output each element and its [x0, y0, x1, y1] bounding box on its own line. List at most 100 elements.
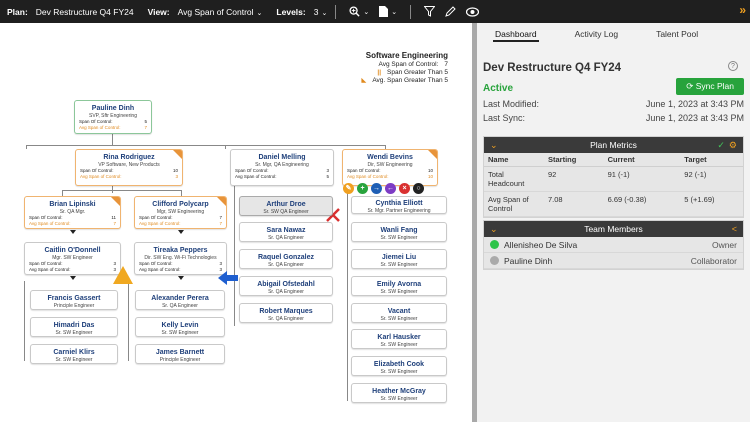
sync-icon: ⟳: [686, 81, 696, 91]
view-label: View:: [147, 6, 170, 17]
table-row: Avg Span of Control 7.08 6.69 (-0.38) 5 …: [484, 191, 743, 217]
warning-triangle-icon: [113, 266, 133, 284]
legend-row: || Span Greater Than 5: [358, 69, 448, 77]
side-panel: Dashboard Activity Log Talent Pool Dev R…: [477, 23, 750, 422]
list-item[interactable]: Pauline Dinh Collaborator: [484, 253, 743, 269]
org-card[interactable]: Kelly Levin Sr. SW Engineer: [135, 317, 225, 337]
org-card[interactable]: Sara Nawaz Sr. QA Engineer: [239, 222, 333, 242]
team-members-header[interactable]: ⌄ Team Members <: [484, 221, 743, 237]
org-card[interactable]: James Barnett Principle Engineer: [135, 344, 225, 364]
legend-row: Avg Span of Control: 7: [378, 61, 449, 68]
connector-line: [24, 281, 25, 361]
org-card[interactable]: Emily Avorna Sr. SW Engineer: [351, 276, 447, 296]
org-card[interactable]: Jiemei Liu Sr. SW Engineer: [351, 249, 447, 269]
eye-icon[interactable]: [466, 6, 480, 17]
org-card[interactable]: Elizabeth Cook Sr. SW Engineer: [351, 356, 447, 376]
org-card[interactable]: Cynthia Elliott Sr. Mgr. Partner Engineer…: [351, 196, 447, 214]
expand-arrow-icon[interactable]: [178, 276, 184, 280]
remove-icon[interactable]: ×: [399, 183, 410, 194]
view-dropdown[interactable]: Avg Span of Control ⌄: [178, 7, 263, 17]
sync-plan-button[interactable]: ⟳ Sync Plan: [676, 78, 744, 95]
org-card[interactable]: Himadri Das Sr. SW Engineer: [30, 317, 118, 337]
org-card[interactable]: Clifford Polycarp Mgr, SW Engineering Sp…: [134, 196, 227, 229]
connector-line: [225, 145, 226, 149]
filter-icon[interactable]: [424, 6, 436, 17]
org-card[interactable]: Caitlin O'Donnell Mgr. SW Engineer Span …: [24, 242, 121, 275]
chevron-down-icon[interactable]: ⌄: [490, 224, 498, 235]
edit-icon[interactable]: ✎: [343, 183, 354, 194]
org-card[interactable]: Abigail Ofstedahl Sr. QA Engineer: [239, 276, 333, 296]
chevron-down-icon: ⌄: [391, 8, 398, 16]
view-value: Avg Span of Control: [177, 6, 254, 17]
list-item[interactable]: Allenisheo De Silva Owner: [484, 237, 743, 253]
chevron-down-icon[interactable]: ⌄: [490, 140, 498, 151]
levels-value: 3: [313, 6, 319, 17]
org-card[interactable]: Vacant Sr. SW Engineer: [351, 303, 447, 323]
span-marker-icon: ||: [377, 69, 382, 76]
chevron-down-icon: ⌄: [256, 9, 263, 17]
move-right-icon[interactable]: →: [371, 183, 382, 194]
pencil-icon[interactable]: [445, 6, 456, 17]
zoom-icon[interactable]: ⌄: [349, 6, 369, 17]
plan-metrics-box: ⌄ Plan Metrics ✓ ⚙ Name Starting Current …: [483, 136, 744, 218]
org-card[interactable]: Heather McGray Sr. SW Engineer: [351, 383, 447, 403]
levels-dropdown[interactable]: 3 ⌄: [314, 7, 328, 17]
gear-icon[interactable]: ⚙: [729, 140, 737, 150]
avg-span-marker-icon: ◣: [361, 77, 367, 84]
org-card[interactable]: Wendi Bevins Dir, SW Engineering Span Of…: [342, 149, 438, 186]
org-card[interactable]: Karl Hausker Sr. SW Engineer: [351, 329, 447, 349]
plan-title: Dev Restructure Q4 FY24: [483, 62, 622, 74]
tab-activity-log[interactable]: Activity Log: [575, 29, 618, 39]
org-card[interactable]: Daniel Melling Sr. Mgr, QA Engineering S…: [230, 149, 334, 186]
move-left-icon[interactable]: ←: [385, 183, 396, 194]
expand-arrow-icon[interactable]: [70, 230, 76, 234]
chevron-down-icon: ⌄: [363, 8, 370, 16]
table-header-row: Name Starting Current Target: [484, 153, 743, 167]
connector-line: [347, 186, 348, 401]
toolbar-divider: [335, 4, 337, 19]
panel-tabs: Dashboard Activity Log Talent Pool: [477, 23, 750, 45]
avg-span-flag-icon: [173, 150, 182, 159]
org-card[interactable]: Rina Rodriguez VP Software, New Products…: [75, 149, 183, 186]
chart-legend: Software Engineering Avg Span of Control…: [358, 51, 448, 85]
connector-line: [234, 186, 235, 326]
connector-line: [62, 190, 182, 191]
check-icon[interactable]: ✓: [717, 140, 725, 150]
org-card-selected[interactable]: Arthur Droe Sr. SW QA Engineer: [239, 196, 333, 216]
org-card[interactable]: Carniel Klirs Sr. SW Engineer: [30, 344, 118, 364]
org-card-root[interactable]: Pauline Dinh SVP, Sftr Engineering Span …: [74, 100, 152, 134]
plan-metrics-header[interactable]: ⌄ Plan Metrics ✓ ⚙: [484, 137, 743, 153]
tab-talent-pool[interactable]: Talent Pool: [656, 29, 698, 39]
status-badge: Active: [483, 83, 514, 94]
presence-dot: [490, 256, 499, 265]
arrow-left-icon: [218, 271, 238, 285]
org-card[interactable]: Wanli Fang Sr. SW Engineer: [351, 222, 447, 242]
collapse-panel-icon[interactable]: »: [739, 3, 746, 17]
connector-line: [26, 145, 386, 146]
member-name: Allenisheo De Silva: [504, 239, 578, 250]
org-card[interactable]: Tireaka Peppers Dir. SW Eng. Wi-Fi Techn…: [134, 242, 227, 275]
org-card[interactable]: Raquel Gonzalez Sr. QA Engineer: [239, 249, 333, 269]
chevron-down-icon: ⌄: [321, 9, 328, 17]
comment-icon[interactable]: ○: [413, 183, 424, 194]
org-card[interactable]: Robert Marques Sr. QA Engineer: [239, 303, 333, 323]
expand-arrow-icon[interactable]: [178, 230, 184, 234]
table-row: Total Headcount 92 91 (-1) 92 (-1): [484, 166, 743, 192]
connector-line: [112, 134, 113, 145]
help-icon[interactable]: ?: [728, 61, 738, 71]
expand-arrow-icon[interactable]: [70, 276, 76, 280]
levels-label: Levels:: [276, 6, 306, 17]
share-icon[interactable]: <: [732, 224, 737, 234]
avg-span-flag-icon: [111, 197, 120, 206]
add-icon[interactable]: +: [357, 183, 368, 194]
org-card[interactable]: Francis Gassert Principle Engineer: [30, 290, 118, 310]
org-card[interactable]: Brian Lipinski Sr. QA Mgr. Span Of Contr…: [24, 196, 121, 229]
document-icon[interactable]: ⌄: [379, 6, 397, 17]
plan-selector[interactable]: Dev Restructure Q4 FY24: [36, 7, 134, 17]
card-action-bar: ✎ + → ← × ○: [343, 183, 424, 194]
avg-span-flag-icon: [428, 150, 437, 159]
member-role: Collaborator: [690, 255, 737, 266]
tab-dashboard[interactable]: Dashboard: [493, 29, 539, 42]
org-card[interactable]: Alexander Perera Sr. QA Engineer: [135, 290, 225, 310]
org-chart-canvas[interactable]: Software Engineering Avg Span of Control…: [0, 23, 472, 422]
